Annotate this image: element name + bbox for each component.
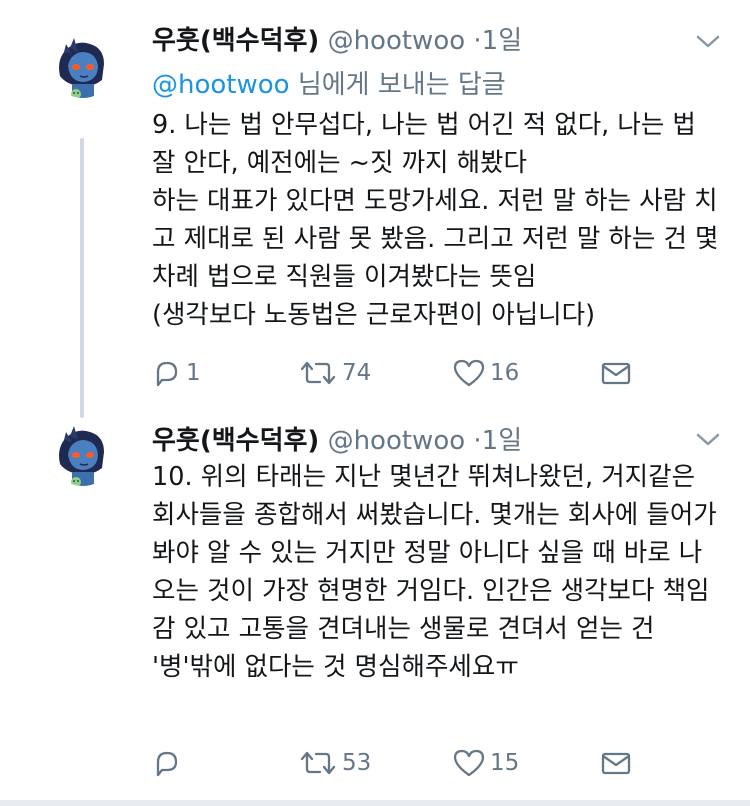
avatar-image [52,424,114,486]
avatar[interactable] [52,424,114,486]
envelope-icon [601,752,631,775]
chevron-down-icon[interactable] [694,430,722,450]
tweet-2[interactable]: 우훗(백수덕후) @hootwoo ·1일 10. 위의 타래는 지난 몇년간 … [0,0,750,806]
reply-button[interactable] [152,748,186,778]
bottom-divider [0,800,750,806]
heart-icon [453,749,485,777]
retweet-count: 53 [342,750,372,776]
username[interactable]: @hootwoo [328,426,466,456]
retweet-icon [300,751,336,775]
separator-dot: · [473,426,482,456]
like-count: 15 [490,750,520,776]
retweet-button[interactable]: 53 [298,748,371,778]
display-name[interactable]: 우훗(백수덕후) [152,426,319,456]
tweet-text: 10. 위의 타래는 지난 몇년간 뛰쳐나왔던, 거지같은 회사들을 종합해서 … [152,462,717,682]
reply-icon [156,751,178,777]
tweet-actions: 53 15 [152,748,652,788]
timestamp[interactable]: 1일 [482,426,522,456]
direct-message-button[interactable] [600,748,632,778]
tweet-header: 우훗(백수덕후) @hootwoo ·1일 [152,420,522,457]
like-button[interactable]: 15 [452,748,519,778]
